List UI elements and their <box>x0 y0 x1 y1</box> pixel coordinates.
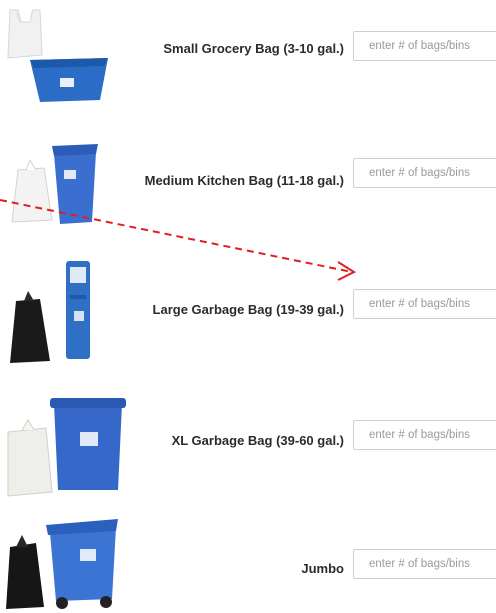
kitchen-bin-icon <box>52 144 98 224</box>
large-garbage-images <box>10 261 90 363</box>
clear-garbage-bag-icon <box>7 419 53 497</box>
black-garbage-bag-icon <box>6 535 44 609</box>
wheeled-cart-icon <box>46 519 118 609</box>
jumbo-images <box>6 519 118 609</box>
item-label: Small Grocery Bag (3-10 gal.) <box>163 41 344 56</box>
bag-count-input[interactable] <box>353 420 496 450</box>
tall-recycling-bin-icon <box>66 261 90 359</box>
small-grocery-images <box>7 9 108 102</box>
item-label: Medium Kitchen Bag (11-18 gal.) <box>144 173 344 188</box>
bag-count-input[interactable] <box>353 31 496 61</box>
item-row-medium-kitchen: Medium Kitchen Bag (11-18 gal.) <box>0 122 496 232</box>
item-row-large-garbage: Large Garbage Bag (19-39 gal.) <box>0 255 496 365</box>
item-label: Large Garbage Bag (19-39 gal.) <box>152 302 344 317</box>
bag-count-input[interactable] <box>353 158 496 188</box>
round-trash-can-icon <box>50 398 126 490</box>
plastic-bag-icon <box>7 9 43 59</box>
recycling-tub-icon <box>30 58 108 102</box>
bag-count-input[interactable] <box>353 549 496 579</box>
item-row-small-grocery: Small Grocery Bag (3-10 gal.) <box>0 0 496 110</box>
white-trash-bag-icon <box>11 158 53 223</box>
item-row-xl-garbage: XL Garbage Bag (39-60 gal.) <box>0 392 496 502</box>
item-label: XL Garbage Bag (39-60 gal.) <box>171 433 344 448</box>
black-garbage-bag-icon <box>10 291 50 363</box>
xl-garbage-images <box>7 398 126 497</box>
bag-count-input[interactable] <box>353 289 496 319</box>
item-row-jumbo: Jumbo <box>0 503 496 613</box>
medium-kitchen-images <box>11 144 98 224</box>
item-label: Jumbo <box>301 561 344 576</box>
